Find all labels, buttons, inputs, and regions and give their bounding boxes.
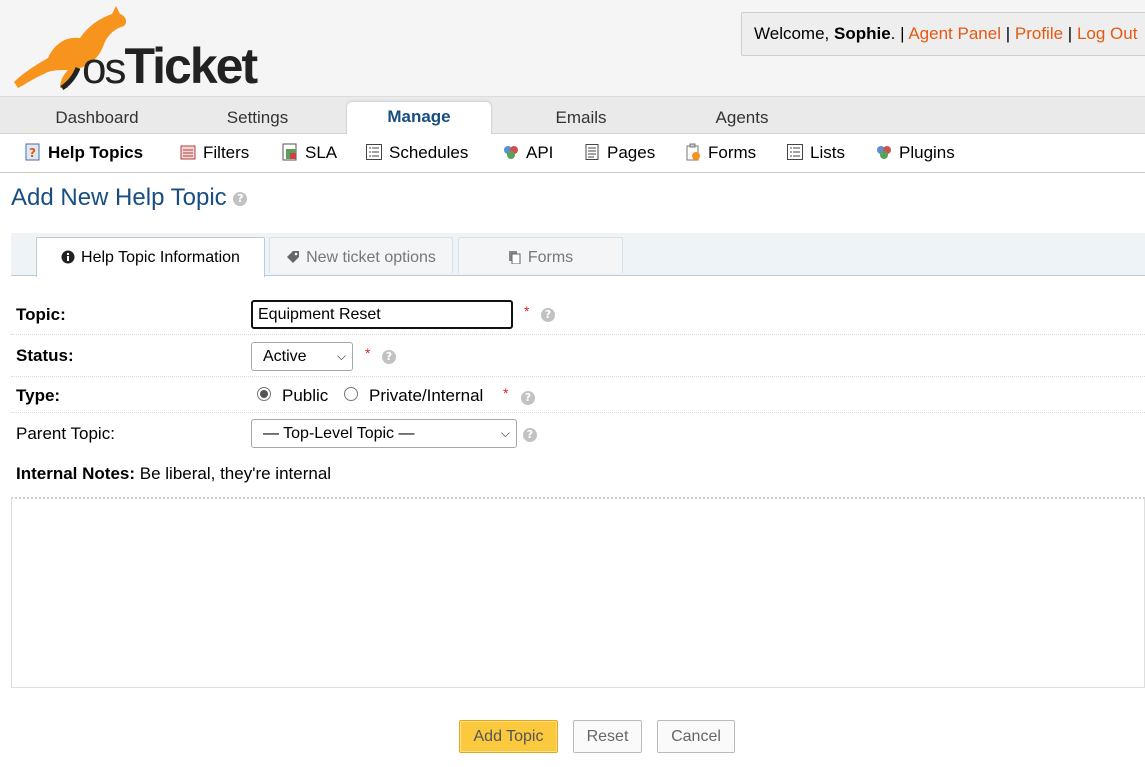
plugins-icon [877, 146, 891, 159]
internal-notes-label: Internal Notes: [16, 464, 136, 483]
status-select-value: Active [263, 348, 307, 365]
chevron-down-icon: ⌵ [500, 426, 510, 440]
type-label: Type: [16, 386, 61, 405]
status-select[interactable]: Active ⌵ [251, 342, 353, 371]
info-icon [61, 250, 75, 264]
parent-topic-label: Parent Topic: [16, 424, 115, 443]
subnav-help-topics[interactable]: ? Help Topics [24, 142, 143, 164]
user-name: Sophie [834, 24, 891, 43]
subnav-label: Lists [810, 143, 845, 162]
welcome-prefix: Welcome, [754, 24, 834, 43]
subnav-api[interactable]: API [502, 142, 553, 164]
subnav-filters[interactable]: Filters [179, 142, 249, 164]
tab-label: Help Topic Information [81, 249, 240, 266]
required-mark: * [365, 345, 371, 361]
subnav-plugins[interactable]: Plugins [875, 142, 955, 164]
subnav-pages[interactable]: Pages [583, 142, 655, 164]
help-icon[interactable]: ? [541, 308, 555, 322]
required-mark: * [524, 303, 530, 319]
type-private-label: Private/Internal [369, 386, 484, 405]
help-icon[interactable]: ? [523, 428, 537, 442]
page-title: Add New Help Topic ? [11, 184, 248, 212]
subnav-label: SLA [305, 143, 338, 162]
tab-forms[interactable]: Forms [458, 237, 623, 273]
profile-link[interactable]: Profile [1015, 24, 1063, 43]
schedules-icon [366, 144, 382, 160]
pages-icon [585, 144, 599, 160]
chevron-down-icon: ⌵ [336, 349, 346, 363]
required-mark: * [503, 385, 509, 401]
forms-icon [686, 143, 700, 161]
logout-link[interactable]: Log Out [1077, 24, 1138, 43]
welcome-suffix: . | [890, 24, 905, 43]
add-topic-button[interactable]: Add Topic [459, 720, 558, 753]
welcome-bar: Welcome, Sophie. | Agent Panel | Profile… [741, 12, 1145, 56]
help-icon[interactable]: ? [382, 350, 396, 364]
separator: | [1067, 24, 1073, 43]
parent-topic-select-value: — Top-Level Topic — [263, 425, 415, 442]
subnav-label: Help Topics [48, 143, 144, 162]
internal-notes-heading: Internal Notes: Be liberal, they're inte… [16, 464, 331, 484]
tab-label: New ticket options [306, 249, 436, 266]
tab-label: Forms [527, 249, 574, 266]
subnav-label: Plugins [899, 143, 955, 162]
tab-manage[interactable]: Manage [346, 101, 492, 136]
tab-emails[interactable]: Emails [500, 97, 662, 135]
help-icon[interactable]: ? [233, 191, 248, 206]
tab-agents[interactable]: Agents [662, 97, 822, 135]
help-icon[interactable]: ? [521, 391, 535, 405]
type-row: Type: [11, 377, 1145, 413]
tab-new-ticket-options[interactable]: New ticket options [269, 237, 453, 273]
form-tabs: Help Topic Information New ticket option… [11, 233, 1145, 277]
tab-help-topic-information[interactable]: Help Topic Information [36, 237, 265, 277]
api-icon [504, 146, 518, 159]
lists-icon [787, 144, 803, 160]
svg-text:?: ? [29, 146, 36, 160]
cancel-button[interactable]: Cancel [657, 720, 735, 753]
main-nav: Dashboard Settings Manage Emails Agents [0, 96, 1145, 136]
help-topics-icon: ? [25, 143, 40, 161]
osticket-logo[interactable]: osTicket [8, 4, 260, 94]
header: osTicket Welcome, Sophie. | Agent Panel … [0, 0, 1145, 96]
subnav-lists[interactable]: Lists [786, 142, 845, 164]
tab-settings[interactable]: Settings [175, 97, 340, 135]
topic-input[interactable] [251, 300, 513, 329]
tag-icon [287, 251, 300, 263]
internal-notes-editor[interactable] [11, 497, 1145, 688]
separator: | [1005, 24, 1011, 43]
reset-button[interactable]: Reset [573, 720, 642, 753]
agent-panel-link[interactable]: Agent Panel [908, 24, 1001, 43]
subnav-label: Pages [607, 143, 656, 162]
status-label: Status: [16, 346, 74, 365]
type-public-label: Public [282, 386, 329, 405]
subnav-label: Schedules [389, 143, 469, 162]
internal-notes-hint: Be liberal, they're internal [139, 464, 332, 483]
filters-icon [180, 145, 196, 160]
subnav-label: API [526, 143, 554, 162]
parent-topic-select[interactable]: — Top-Level Topic — ⌵ [251, 419, 517, 448]
subnav-sla[interactable]: SLA [281, 142, 337, 164]
subnav-schedules[interactable]: Schedules [365, 142, 468, 164]
topic-row: Topic: [11, 296, 1145, 335]
logo-text: osTicket [82, 38, 258, 94]
sla-icon [282, 143, 297, 161]
tab-dashboard[interactable]: Dashboard [12, 97, 182, 135]
type-public-radio[interactable] [257, 387, 271, 401]
topic-label: Topic: [16, 305, 66, 324]
sub-nav: ? Help Topics Filters SLA Schedules API P… [0, 134, 1145, 173]
subnav-label: Forms [708, 143, 757, 162]
parent-topic-row: Parent Topic: [11, 413, 1145, 453]
status-row: Status: [11, 335, 1145, 377]
copy-icon [508, 251, 521, 264]
subnav-forms[interactable]: Forms [684, 142, 756, 164]
type-private-radio[interactable] [344, 387, 358, 401]
page-title-text: Add New Help Topic [11, 184, 227, 211]
subnav-label: Filters [203, 143, 250, 162]
